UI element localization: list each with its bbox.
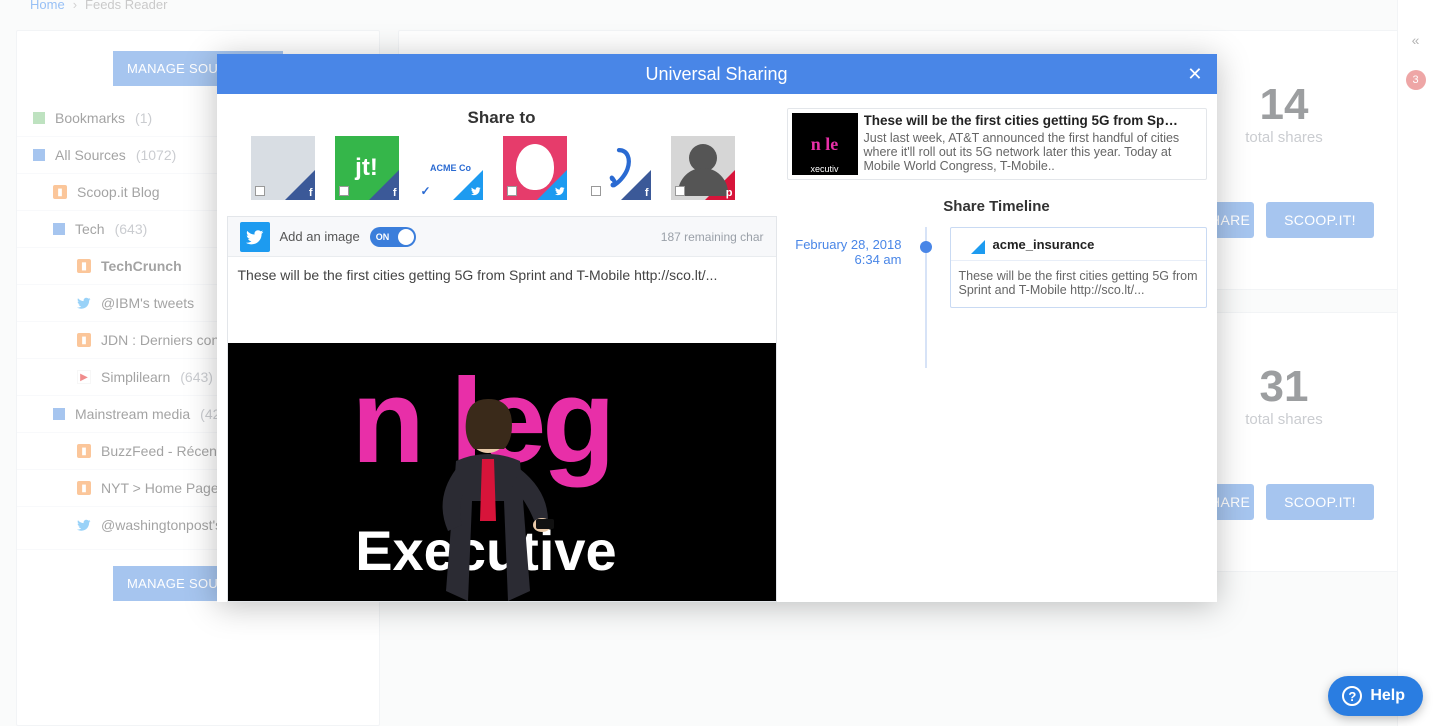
checkbox-icon[interactable]: [591, 186, 601, 196]
timeline-dot-icon: [920, 241, 932, 253]
timeline-account-name: acme_insurance: [993, 237, 1095, 252]
share-account-twitter-acme[interactable]: ACME Co: [419, 136, 483, 200]
timeline-date: February 28, 2018: [795, 237, 901, 252]
compose-textarea[interactable]: These will be the first cities getting 5…: [228, 257, 776, 343]
checkbox-icon[interactable]: [255, 186, 265, 196]
add-image-label: Add an image: [280, 229, 360, 244]
share-account-twitter-egg[interactable]: [503, 136, 567, 200]
preview-thumb: n lexecutiv: [792, 113, 858, 175]
timeline-time: 6:34 am: [787, 252, 902, 267]
share-account-facebook-3[interactable]: f: [587, 136, 651, 200]
attached-image-content: n legExecutive: [228, 343, 776, 601]
timeline-card[interactable]: acme_insurance These will be the first c…: [950, 227, 1207, 308]
modal-overlay: Universal Sharing ✕ Share to f jt! f ACM…: [0, 0, 1433, 726]
checkbox-icon[interactable]: [675, 186, 685, 196]
preview-body: Just last week, AT&T announced the first…: [864, 131, 1180, 173]
share-account-facebook-1[interactable]: f: [251, 136, 315, 200]
universal-sharing-modal: Universal Sharing ✕ Share to f jt! f ACM…: [217, 54, 1217, 602]
share-to-heading: Share to: [227, 108, 777, 128]
timeline-datetime: February 28, 2018 6:34 am: [787, 227, 902, 308]
help-button[interactable]: ? Help: [1328, 676, 1423, 716]
preview-title: These will be the first cities getting 5…: [864, 113, 1180, 128]
share-timeline: February 28, 2018 6:34 am acme_insurance…: [787, 227, 1207, 308]
add-image-toggle[interactable]: ON: [370, 227, 416, 247]
help-icon: ?: [1342, 686, 1362, 706]
compose-box: Add an image ON 187 remaining char These…: [227, 216, 777, 602]
share-timeline-heading: Share Timeline: [787, 198, 1207, 215]
modal-title: Universal Sharing: [645, 64, 787, 85]
twitter-icon: [240, 222, 270, 252]
remaining-chars: 187 remaining char: [661, 230, 764, 244]
timeline-account-icon: [959, 234, 985, 254]
modal-header: Universal Sharing ✕: [217, 54, 1217, 94]
share-account-pinterest[interactable]: p: [671, 136, 735, 200]
timeline-body: These will be the first cities getting 5…: [951, 261, 1206, 307]
close-icon[interactable]: ✕: [1187, 64, 1202, 85]
account-grid: f jt! f ACME Co: [227, 136, 777, 210]
checkbox-icon[interactable]: [339, 186, 349, 196]
share-preview: n lexecutiv These will be the first citi…: [787, 108, 1207, 180]
attached-image: ✕ n legExecutive: [228, 343, 776, 601]
checkbox-icon[interactable]: [507, 186, 517, 196]
share-account-facebook-2[interactable]: jt! f: [335, 136, 399, 200]
help-label: Help: [1370, 687, 1405, 705]
